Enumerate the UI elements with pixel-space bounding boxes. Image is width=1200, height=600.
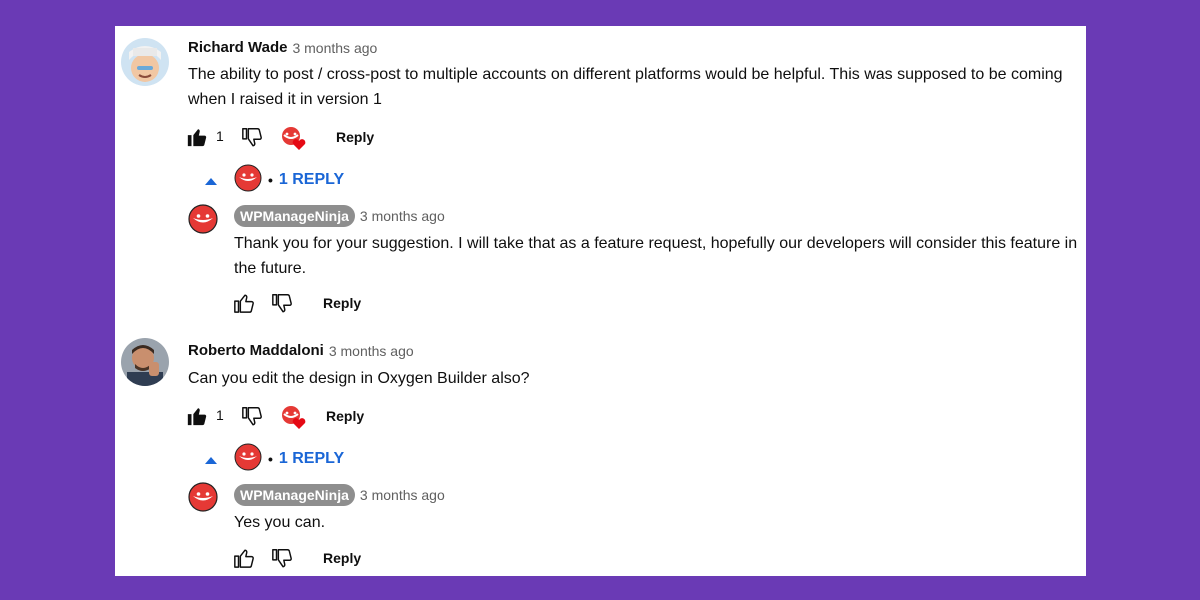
replies-separator: •	[268, 451, 273, 467]
comment-text: Can you edit the design in Oxygen Builde…	[188, 370, 530, 387]
replies-separator: •	[268, 172, 273, 188]
comment-author[interactable]: Roberto Maddaloni	[188, 342, 324, 359]
reply-like-button[interactable]	[233, 547, 255, 569]
reply-reply-button[interactable]: Reply	[323, 295, 361, 311]
reply-dislike-button[interactable]	[271, 547, 293, 569]
thumbs-up-icon	[234, 549, 254, 568]
creator-heart-icon	[282, 127, 306, 150]
collapse-replies-button[interactable]	[204, 176, 218, 186]
reply-header: WPManageNinja 3 months ago	[234, 205, 445, 227]
avatar-wpmanageninja[interactable]	[188, 204, 218, 234]
ninja-mini-avatar	[234, 164, 262, 192]
ninja-logo-icon	[188, 482, 218, 512]
creator-heart-badge	[281, 405, 307, 431]
reply-button[interactable]: Reply	[326, 408, 364, 424]
reply-text: Thank you for your suggestion. I will ta…	[234, 235, 1078, 277]
ninja-logo-icon	[234, 443, 262, 471]
reply-dislike-button[interactable]	[271, 292, 293, 314]
like-button[interactable]	[186, 126, 208, 148]
like-count: 1	[216, 128, 224, 144]
reply-timestamp[interactable]: 3 months ago	[360, 208, 445, 224]
reply-button[interactable]: Reply	[336, 129, 374, 145]
dislike-button[interactable]	[241, 405, 263, 427]
comments-panel: Richard Wade 3 months ago The ability to…	[115, 26, 1086, 576]
like-button[interactable]	[186, 405, 208, 427]
replies-toggle[interactable]: • 1 REPLY	[268, 450, 344, 468]
replies-count-label[interactable]: 1 REPLY	[279, 171, 344, 189]
reply-timestamp[interactable]: 3 months ago	[360, 487, 445, 503]
comment-text: The ability to post / cross-post to mult…	[188, 66, 1063, 108]
thumbs-up-filled-icon	[187, 129, 207, 147]
avatar-richard-wade[interactable]	[121, 38, 169, 86]
comment-header: Roberto Maddaloni 3 months ago	[188, 342, 414, 359]
thumbs-up-filled-icon	[187, 408, 207, 426]
thumbs-down-icon	[242, 128, 262, 147]
thumbs-down-icon	[272, 549, 292, 568]
chevron-up-icon	[205, 457, 217, 464]
comment-author[interactable]: Richard Wade	[188, 39, 287, 56]
creator-heart-badge	[281, 126, 307, 152]
thumbs-down-icon	[272, 294, 292, 313]
creator-heart-icon	[282, 406, 306, 429]
replies-count-label[interactable]: 1 REPLY	[279, 450, 344, 468]
ninja-mini-avatar	[234, 443, 262, 471]
dislike-button[interactable]	[241, 126, 263, 148]
collapse-replies-button[interactable]	[204, 455, 218, 465]
thumbs-up-icon	[234, 294, 254, 313]
ninja-logo-icon	[234, 164, 262, 192]
reply-text: Yes you can.	[234, 514, 326, 531]
creator-author-chip[interactable]: WPManageNinja	[234, 205, 355, 227]
avatar-wpmanageninja[interactable]	[188, 482, 218, 512]
like-count: 1	[216, 407, 224, 423]
thumbs-down-icon	[242, 407, 262, 426]
comment-header: Richard Wade 3 months ago	[188, 39, 377, 56]
comment-timestamp[interactable]: 3 months ago	[292, 40, 377, 56]
comment-timestamp[interactable]: 3 months ago	[329, 343, 414, 359]
reply-like-button[interactable]	[233, 292, 255, 314]
creator-author-chip[interactable]: WPManageNinja	[234, 484, 355, 506]
reply-reply-button[interactable]: Reply	[323, 550, 361, 566]
ninja-logo-icon	[188, 204, 218, 234]
reply-header: WPManageNinja 3 months ago	[234, 484, 445, 506]
avatar-roberto-maddaloni[interactable]	[121, 338, 169, 386]
chevron-up-icon	[205, 178, 217, 185]
replies-toggle[interactable]: • 1 REPLY	[268, 171, 344, 189]
